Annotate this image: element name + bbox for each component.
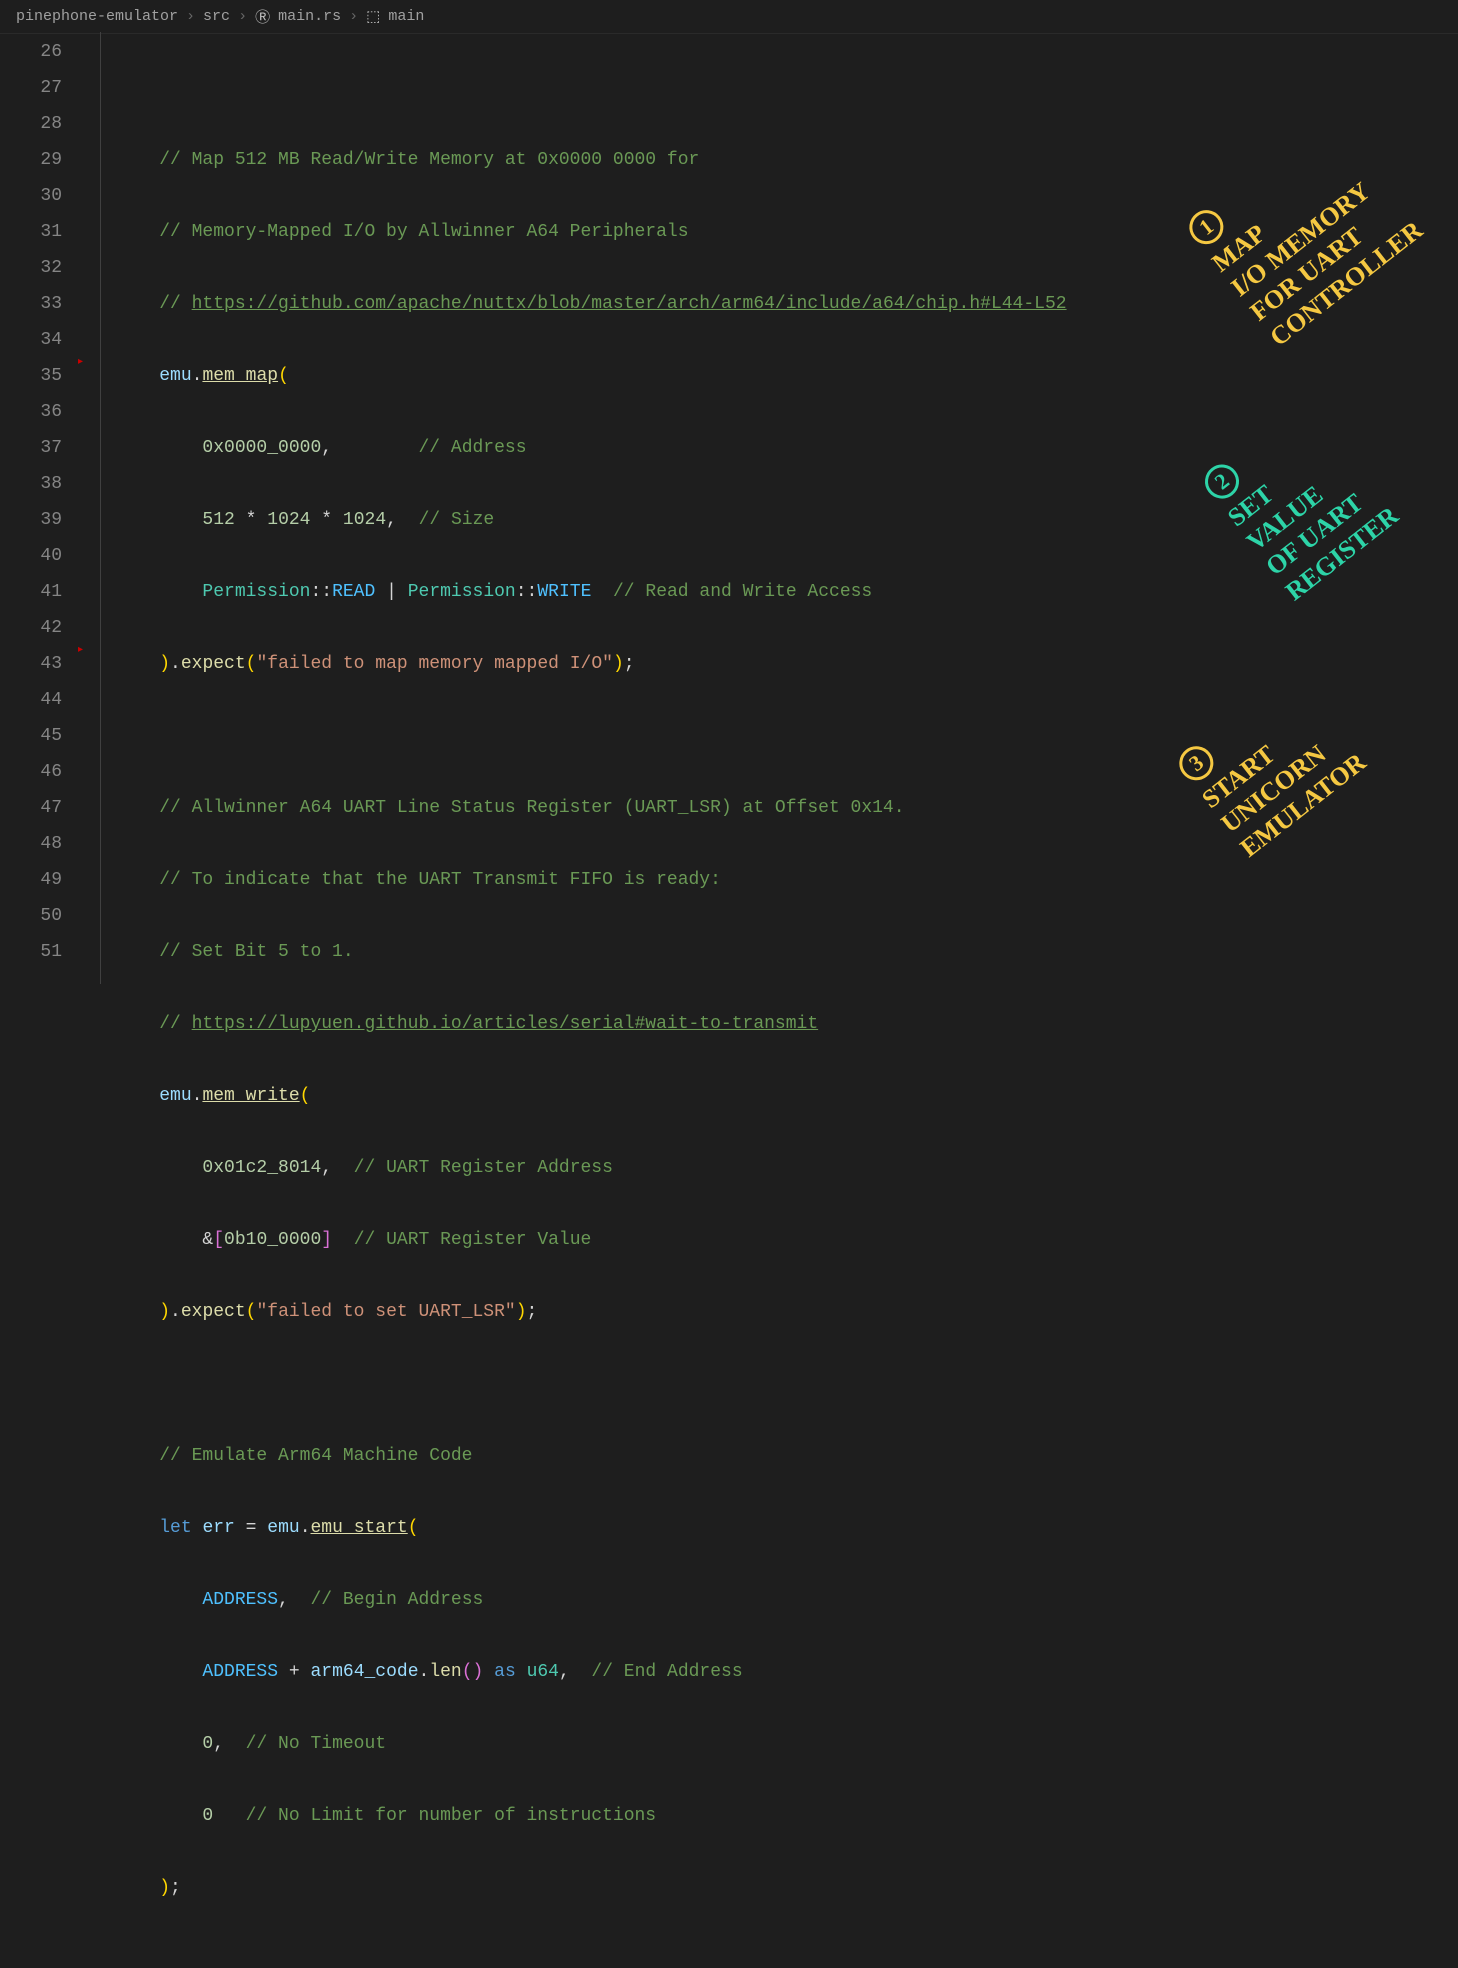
line-number: 35 xyxy=(0,358,62,394)
breadcrumb-folder[interactable]: src xyxy=(203,8,230,25)
line-number: 39 xyxy=(0,502,62,538)
line-number: 49 xyxy=(0,862,62,898)
code-comment: // xyxy=(159,294,191,314)
code-string: "failed to set UART_LSR" xyxy=(256,1302,515,1322)
code-ident: arm64_code xyxy=(310,1662,418,1682)
code-const: WRITE xyxy=(537,582,591,602)
fold-marker-icon: ▸ xyxy=(78,644,83,656)
line-number-gutter: 26 27 28 29 30 31 32 33 34 35 36 37 38 3… xyxy=(0,34,80,986)
chevron-right-icon: › xyxy=(186,8,195,25)
code-ident: emu xyxy=(159,1086,191,1106)
code-method: expect xyxy=(181,654,246,674)
code-link[interactable]: https://github.com/apache/nuttx/blob/mas… xyxy=(192,294,1067,314)
code-comment: // No Limit for number of instructions xyxy=(246,1806,656,1826)
line-number: 47 xyxy=(0,790,62,826)
code-number: 512 xyxy=(202,510,234,530)
breadcrumb-project[interactable]: pinephone-emulator xyxy=(16,8,178,25)
code-comment: // xyxy=(159,1014,191,1034)
code-keyword: let xyxy=(159,1518,191,1538)
line-number: 48 xyxy=(0,826,62,862)
line-number: 45 xyxy=(0,718,62,754)
code-comment: // Allwinner A64 UART Line Status Regist… xyxy=(159,798,904,818)
code-number: 0x0000_0000 xyxy=(202,438,321,458)
code-ident: emu xyxy=(267,1518,299,1538)
code-editor[interactable]: 26 27 28 29 30 31 32 33 34 35 36 37 38 3… xyxy=(0,34,1458,986)
code-comment: // UART Register Value xyxy=(354,1230,592,1250)
line-number: 27 xyxy=(0,70,62,106)
code-type: u64 xyxy=(527,1662,559,1682)
code-comment: // No Timeout xyxy=(246,1734,386,1754)
code-number: 0b10_0000 xyxy=(224,1230,321,1250)
line-number: 32 xyxy=(0,250,62,286)
code-comment: // Read and Write Access xyxy=(613,582,872,602)
code-keyword: as xyxy=(494,1662,516,1682)
line-number: 28 xyxy=(0,106,62,142)
code-comment: // End Address xyxy=(591,1662,742,1682)
chevron-right-icon: › xyxy=(349,8,358,25)
code-comment: // UART Register Address xyxy=(354,1158,613,1178)
line-number: 31 xyxy=(0,214,62,250)
code-comment: // Set Bit 5 to 1. xyxy=(159,942,353,962)
line-number: 41 xyxy=(0,574,62,610)
code-method: expect xyxy=(181,1302,246,1322)
code-const: READ xyxy=(332,582,375,602)
code-method: len xyxy=(429,1662,461,1682)
code-number: 0 xyxy=(202,1806,213,1826)
line-number: 38 xyxy=(0,466,62,502)
line-number: 30 xyxy=(0,178,62,214)
code-string: "failed to map memory mapped I/O" xyxy=(256,654,612,674)
code-comment: // Begin Address xyxy=(310,1590,483,1610)
code-ident: emu xyxy=(159,366,191,386)
breadcrumb[interactable]: pinephone-emulator › src › Ⓡ main.rs › ⬚… xyxy=(0,0,1458,34)
code-content[interactable]: // Map 512 MB Read/Write Memory at 0x000… xyxy=(80,34,1458,986)
code-method: mem_write xyxy=(202,1086,299,1106)
breadcrumb-symbol[interactable]: main xyxy=(388,8,424,25)
code-number: 1024 xyxy=(267,510,310,530)
line-number: 26 xyxy=(0,34,62,70)
line-number: 50 xyxy=(0,898,62,934)
line-number: 29 xyxy=(0,142,62,178)
code-type: Permission xyxy=(202,582,310,602)
rust-file-icon: Ⓡ xyxy=(255,6,270,27)
code-number: 0x01c2_8014 xyxy=(202,1158,321,1178)
code-comment: // To indicate that the UART Transmit FI… xyxy=(159,870,721,890)
code-comment: // Address xyxy=(418,438,526,458)
code-method: emu_start xyxy=(311,1518,408,1538)
code-ident: err xyxy=(202,1518,234,1538)
line-number: 51 xyxy=(0,934,62,970)
line-number: 37 xyxy=(0,430,62,466)
code-comment: // Size xyxy=(419,510,495,530)
code-const: ADDRESS xyxy=(202,1662,278,1682)
line-number: 46 xyxy=(0,754,62,790)
code-method: mem_map xyxy=(202,366,278,386)
code-comment: // Memory-Mapped I/O by Allwinner A64 Pe… xyxy=(159,222,688,242)
code-link[interactable]: https://lupyuen.github.io/articles/seria… xyxy=(192,1014,819,1034)
line-number: 43 xyxy=(0,646,62,682)
fold-marker-icon: ▸ xyxy=(78,356,83,368)
line-number: 34 xyxy=(0,322,62,358)
line-number: 40 xyxy=(0,538,62,574)
code-comment: // Emulate Arm64 Machine Code xyxy=(159,1446,472,1466)
chevron-right-icon: › xyxy=(238,8,247,25)
line-number: 33 xyxy=(0,286,62,322)
code-comment: // Map 512 MB Read/Write Memory at 0x000… xyxy=(159,150,699,170)
line-number: 42 xyxy=(0,610,62,646)
breadcrumb-file[interactable]: main.rs xyxy=(278,8,341,25)
code-number: 1024 xyxy=(343,510,386,530)
code-type: Permission xyxy=(408,582,516,602)
symbol-icon: ⬚ xyxy=(366,7,380,26)
line-number: 36 xyxy=(0,394,62,430)
line-number: 44 xyxy=(0,682,62,718)
code-number: 0 xyxy=(202,1734,213,1754)
code-const: ADDRESS xyxy=(202,1590,278,1610)
